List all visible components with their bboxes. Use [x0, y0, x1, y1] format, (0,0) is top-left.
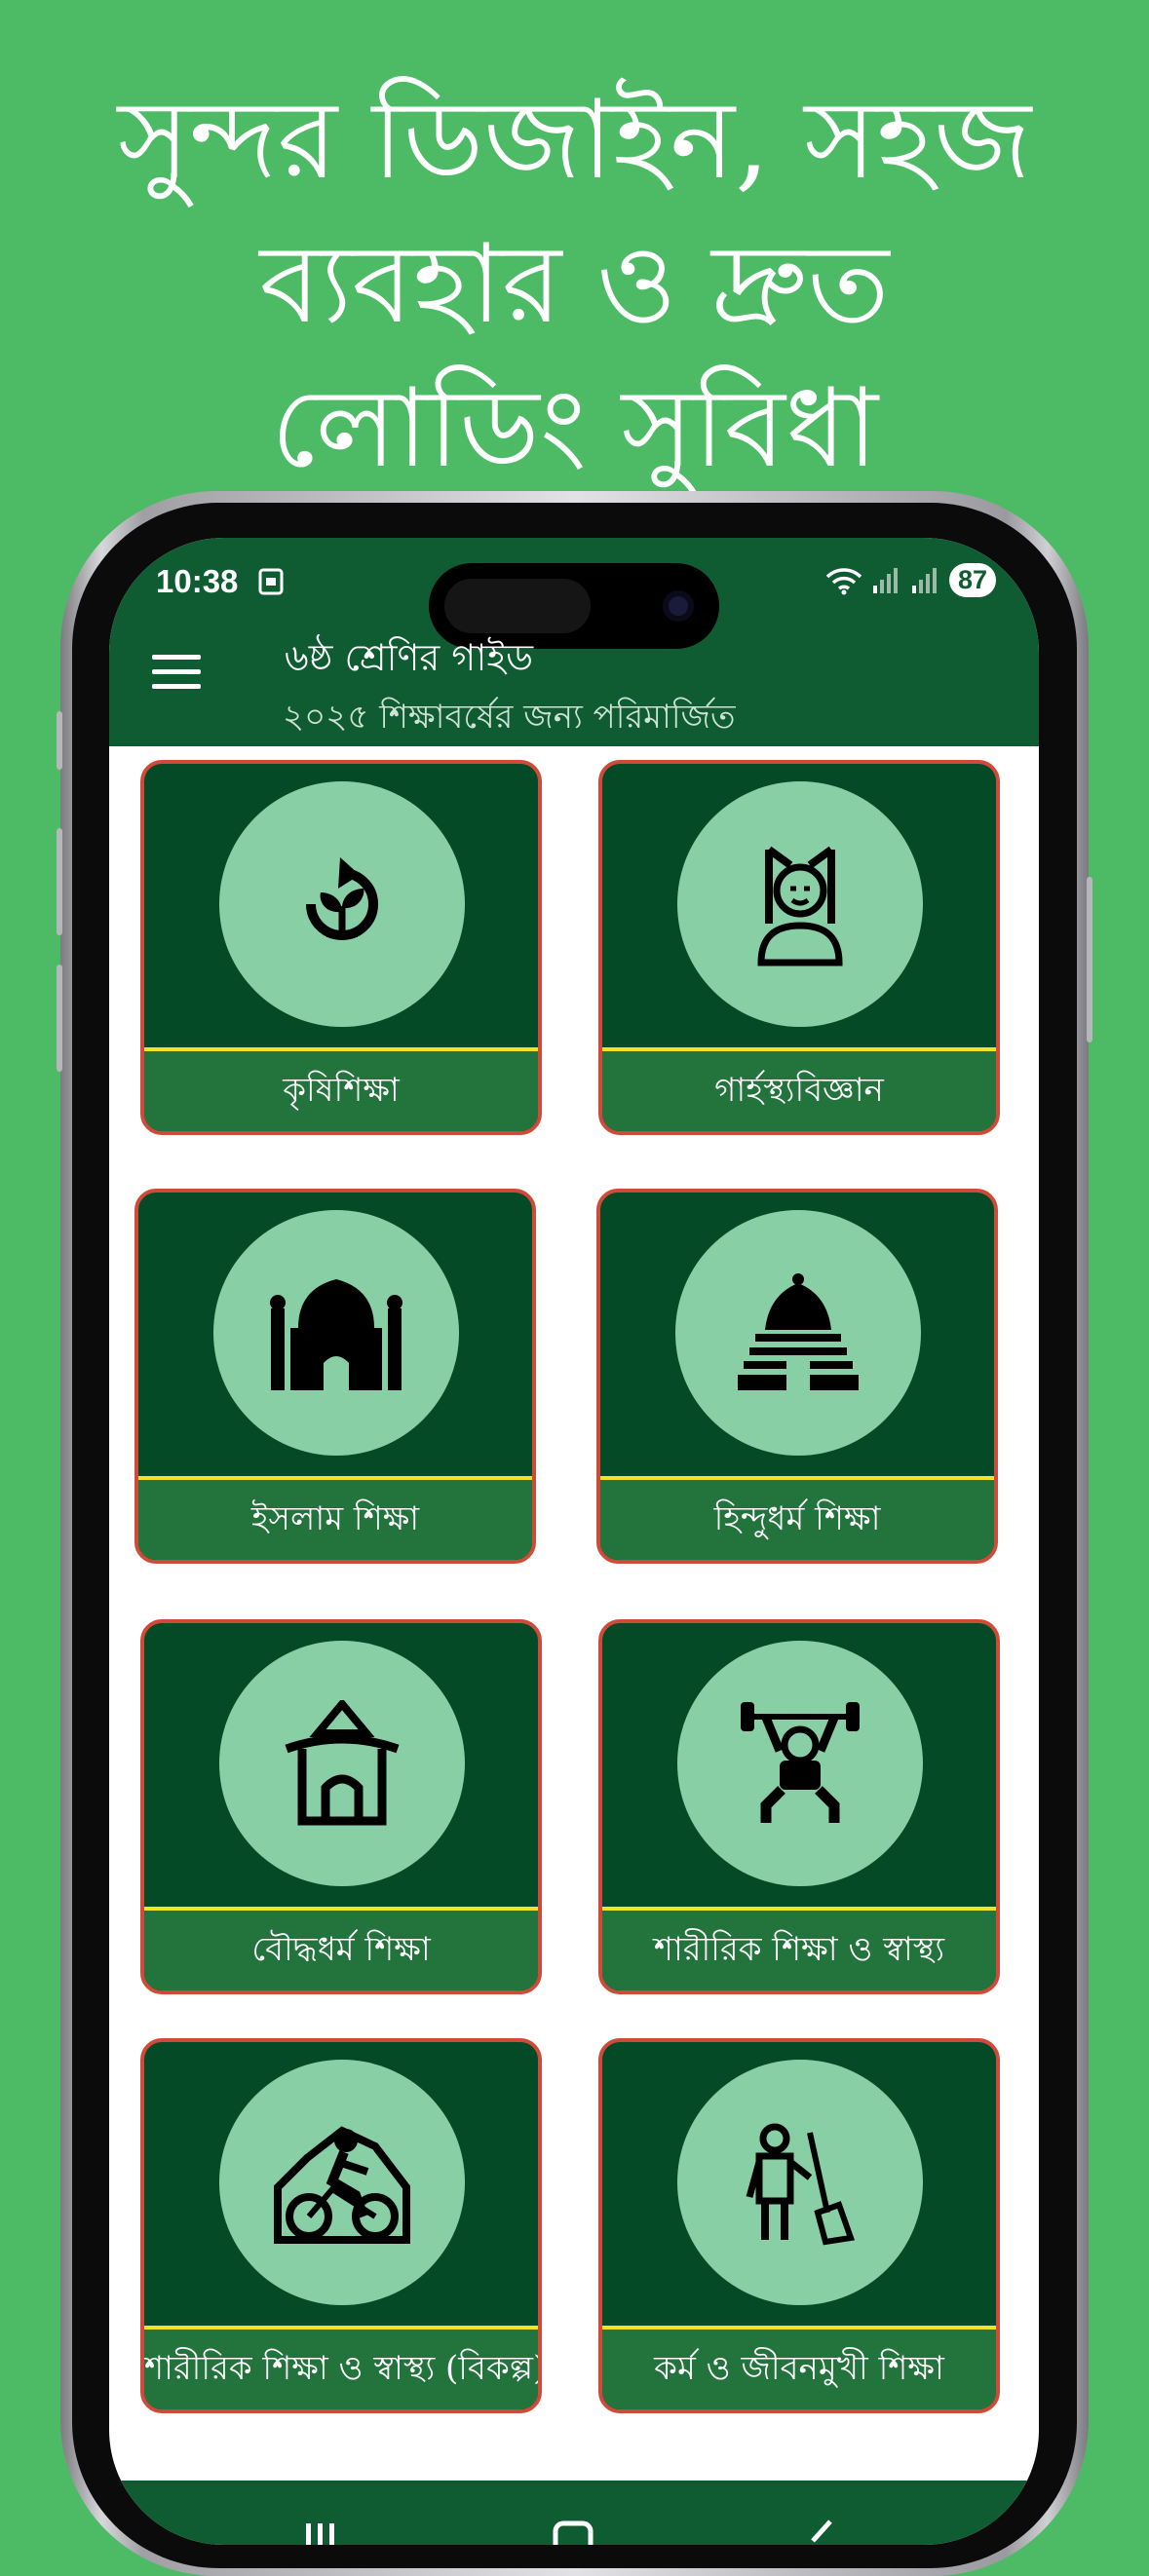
subject-label: কর্ম ও জীবনমুখী শিক্ষা: [602, 2326, 996, 2409]
sprout-cycle-icon: [306, 857, 378, 940]
subject-label: ইসলাম শিক্ষা: [138, 1476, 532, 1560]
promo-line-1: সুন্দর ডিজাইন, সহজ: [117, 77, 1032, 204]
subject-label: বৌদ্ধধর্ম শিক্ষা: [144, 1907, 538, 1990]
subject-card-work-life[interactable]: কর্ম ও জীবনমুখী শিক্ষা: [598, 2038, 1000, 2413]
phone-side-button: [57, 711, 62, 770]
pagoda-icon: [285, 1700, 400, 1826]
subject-card-physical-education-alt[interactable]: শারীরিক শিক্ষা ও স্বাস্থ্য (বিকল্প): [140, 2038, 542, 2413]
subject-card-home-science[interactable]: গার্হস্থ্যবিজ্ঞান: [598, 760, 1000, 1135]
subject-label: শারীরিক শিক্ষা ও স্বাস্থ্য: [602, 1907, 996, 1990]
app-subtitle: ২০২৫ শিক্ষাবর্ষের জন্য পরিমার্জিত: [283, 698, 736, 737]
app-bar: 10:38 87 ৬ষ্ঠ শ্রেণির গাইড ২০২৫ শিক্ষাবর…: [109, 538, 1039, 746]
hamburger-menu-icon[interactable]: [152, 655, 201, 692]
subject-label: কৃষিশিক্ষা: [144, 1047, 538, 1131]
recent-apps-icon[interactable]: [300, 2518, 339, 2545]
status-time: 10:38: [156, 563, 239, 599]
phone-screen: 10:38 87 ৬ষ্ঠ শ্রেণির গাইড ২০২৫ শিক্ষাবর…: [109, 538, 1039, 2545]
status-indicators: 87: [824, 563, 996, 597]
phone-volume-up-button: [57, 828, 62, 935]
subject-card-physical-education[interactable]: শারীরিক শিক্ষা ও স্বাস্থ্য: [598, 1619, 1000, 1994]
promo-line-3: লোডিং সুবিধা: [270, 365, 879, 492]
promo-headline: সুন্দর ডিজাইন, সহজ ব্যবহার ও দ্রুত লোডিং…: [0, 68, 1149, 501]
subject-card-agriculture[interactable]: কৃষিশিক্ষা: [140, 760, 542, 1135]
front-camera-icon: [663, 590, 694, 622]
subject-card-buddhism[interactable]: বৌদ্ধধর্ম শিক্ষা: [140, 1619, 542, 1994]
woman-portrait-icon: [757, 846, 843, 966]
signal-icon: [872, 567, 898, 593]
subject-label: গার্হস্থ্যবিজ্ঞান: [602, 1047, 996, 1131]
phone-volume-down-button: [57, 965, 62, 1072]
home-icon[interactable]: [550, 2518, 596, 2545]
screenshot-icon: [258, 568, 284, 595]
app-title: ৬ষ্ঠ শ্রেণির গাইড: [285, 636, 534, 679]
signal-icon-secondary: [911, 567, 937, 593]
back-icon[interactable]: [801, 2518, 840, 2545]
subject-label: শারীরিক শিক্ষা ও স্বাস্থ্য (বিকল্প): [144, 2326, 538, 2409]
phone-power-button: [1087, 877, 1092, 1042]
subject-label: হিন্দুধর্ম শিক্ষা: [600, 1476, 994, 1560]
hindu-temple-icon: [738, 1273, 859, 1390]
cleaner-worker-icon: [746, 2123, 856, 2246]
subject-card-hinduism[interactable]: হিন্দুধর্ম শিক্ষা: [596, 1189, 998, 1564]
wifi-icon: [825, 567, 862, 594]
cyclist-icon: [274, 2126, 410, 2244]
battery-level: 87: [948, 563, 996, 597]
subject-card-islam[interactable]: ইসলাম শিক্ষা: [134, 1189, 536, 1564]
weightlifter-icon: [741, 1702, 860, 1823]
mosque-icon: [270, 1279, 402, 1390]
promo-line-2: ব্যবহার ও দ্রুত: [259, 221, 890, 348]
